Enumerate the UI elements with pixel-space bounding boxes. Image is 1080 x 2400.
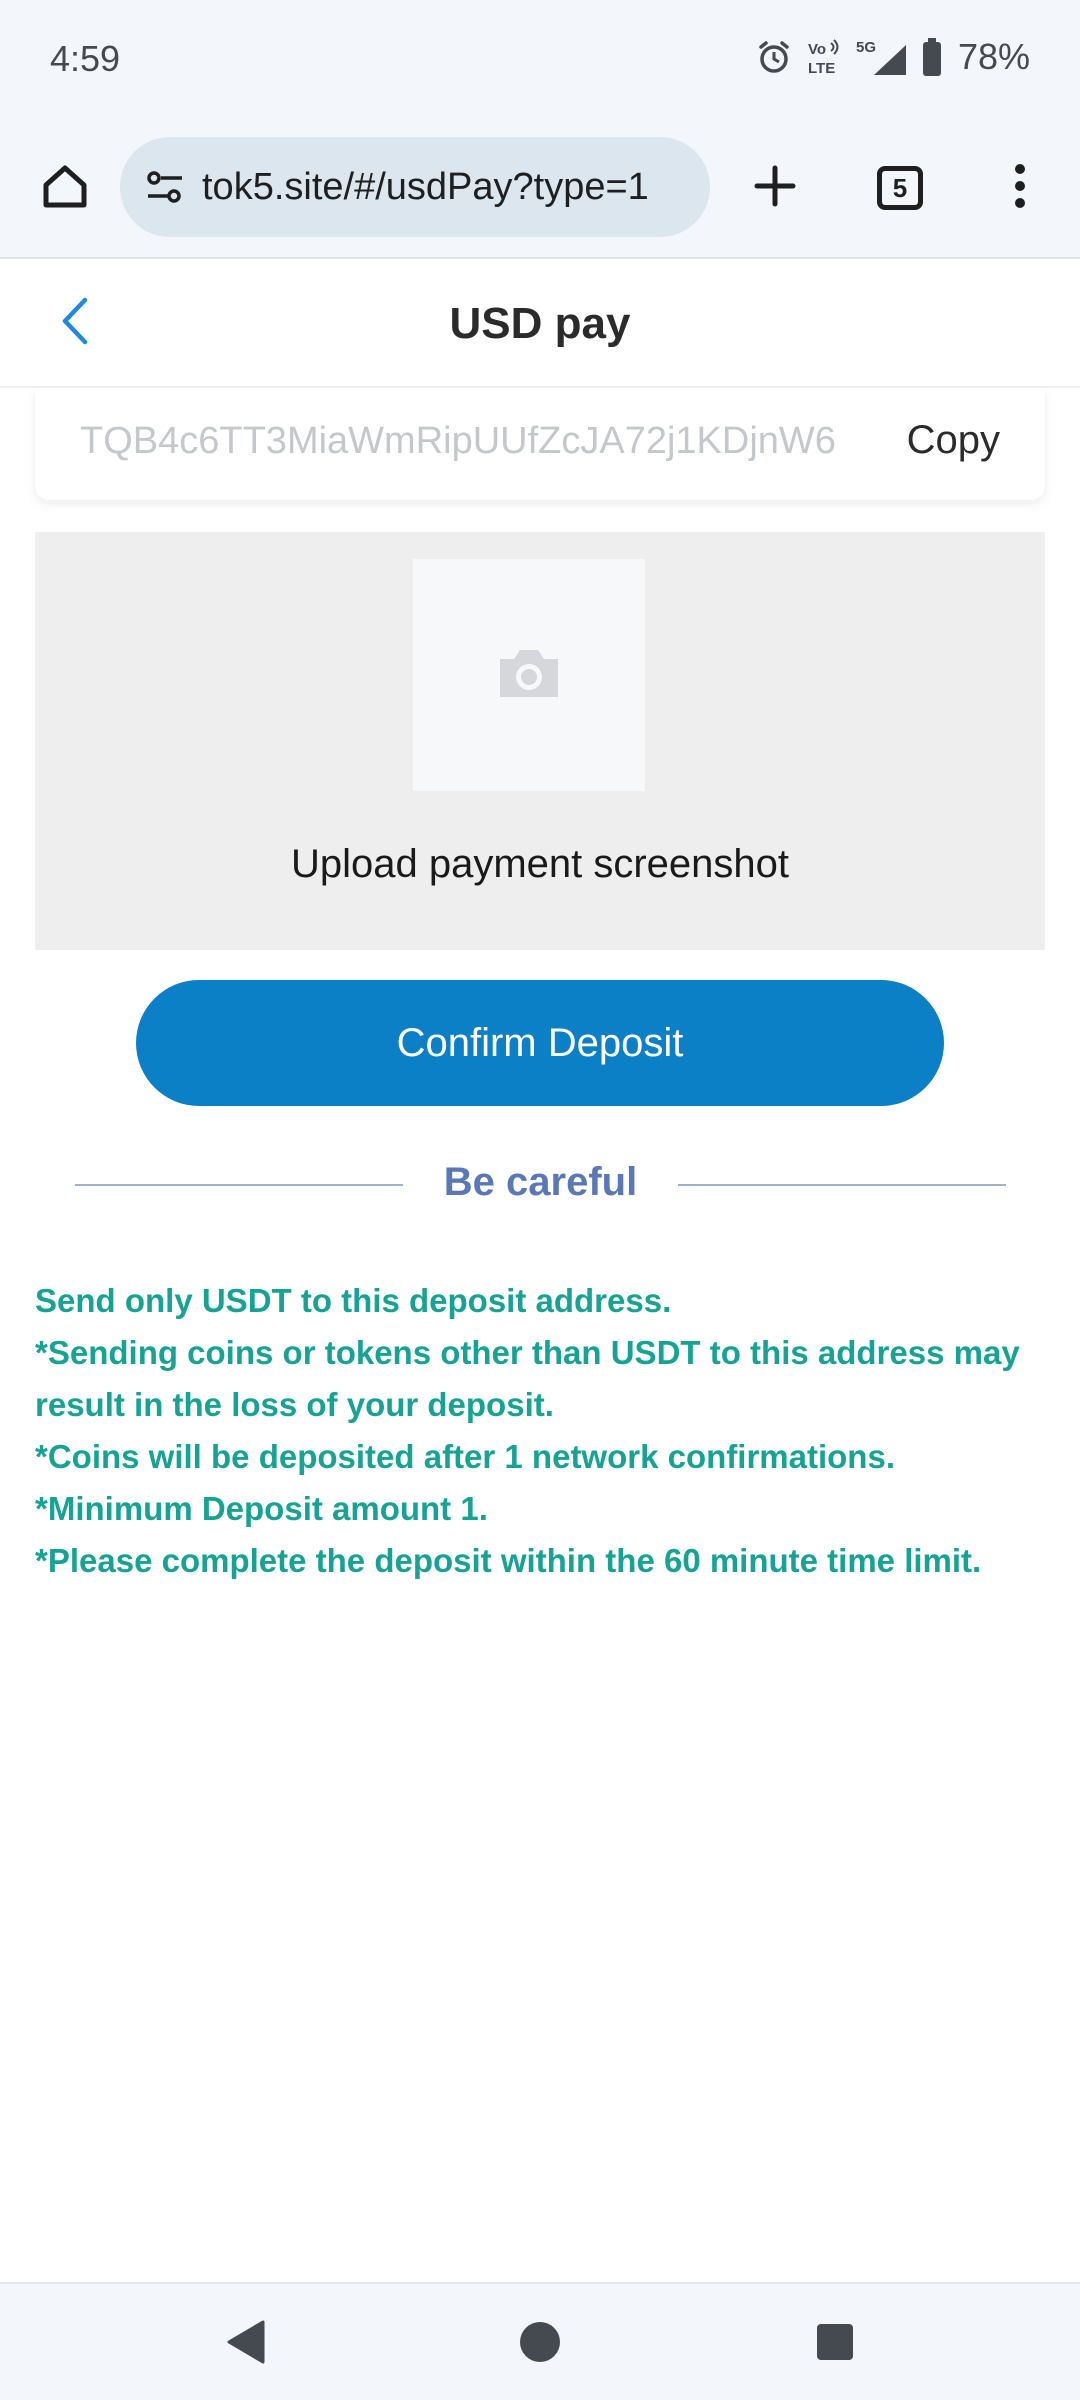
deposit-notice: Send only USDT to this deposit address. … (35, 1275, 1045, 1587)
status-icons: Vo LTE 5G 78% (756, 36, 1030, 78)
page-title: USD pay (449, 299, 631, 348)
nav-recents-button[interactable] (805, 2314, 865, 2374)
home-button[interactable] (30, 153, 100, 223)
deposit-address-card: TQB4c6TT3MiaWmRipUUfZcJA72j1KDjnW6 Copy (35, 390, 1045, 500)
nav-home-button[interactable] (510, 2314, 570, 2374)
volte-bottom-text: LTE (808, 60, 835, 77)
upload-image-button[interactable] (413, 559, 645, 791)
signal-label-text: 5G (856, 39, 876, 56)
status-time: 4:59 (50, 38, 121, 79)
upload-area: Upload payment screenshot (35, 532, 1045, 950)
deposit-address: TQB4c6TT3MiaWmRipUUfZcJA72j1KDjnW6 (80, 420, 836, 462)
browser-menu-button[interactable] (985, 153, 1055, 223)
battery-icon (922, 38, 942, 76)
alarm-icon (756, 39, 792, 75)
upload-label: Upload payment screenshot (290, 842, 790, 886)
back-button[interactable] (45, 290, 105, 356)
copy-button[interactable]: Copy (907, 418, 1000, 463)
status-bar: 4:59 Vo LTE 5G 78% (0, 0, 1080, 125)
camera-icon (496, 645, 562, 706)
notice-line: *Please complete the deposit within the … (35, 1542, 982, 1579)
url-text: tok5.site/#/usdPay?type=1 (202, 165, 649, 208)
volte-icon: Vo LTE (806, 37, 842, 77)
system-nav-bar (0, 2282, 1080, 2400)
site-settings-icon[interactable] (140, 162, 190, 212)
nav-back-button[interactable] (215, 2314, 275, 2374)
divider-line-right (678, 1184, 1006, 1186)
notice-line: *Coins will be deposited after 1 network… (35, 1438, 895, 1475)
url-bar[interactable]: tok5.site/#/usdPay?type=1 (120, 137, 710, 237)
app-header: USD pay (0, 260, 1080, 388)
chevron-left-icon (59, 295, 91, 352)
home-icon (40, 161, 90, 216)
new-tab-icon (753, 164, 797, 213)
nav-home-icon (518, 2320, 562, 2369)
volte-top-text: Vo (808, 41, 826, 58)
notice-line: *Minimum Deposit amount 1. (35, 1490, 488, 1527)
new-tab-button[interactable] (740, 153, 810, 223)
more-vert-icon (1013, 162, 1027, 215)
be-careful-heading: Be careful (443, 1160, 638, 1204)
confirm-deposit-button[interactable]: Confirm Deposit (136, 980, 944, 1106)
notice-line: *Sending coins or tokens other than USDT… (35, 1334, 1020, 1423)
notice-line: Send only USDT to this deposit address. (35, 1282, 672, 1319)
signal-icon: 5G (856, 37, 908, 77)
divider-line-left (75, 1184, 403, 1186)
tab-switcher-button[interactable]: 5 (865, 153, 935, 223)
page: 4:59 Vo LTE 5G 78% tok5.site/#/usdPay?ty… (0, 0, 1080, 2400)
browser-toolbar: tok5.site/#/usdPay?type=1 5 (0, 125, 1080, 259)
tabs-icon: 5 (877, 166, 923, 210)
nav-recents-icon (815, 2322, 855, 2367)
battery-percent: 78% (957, 36, 1030, 77)
nav-back-icon (223, 2318, 267, 2371)
